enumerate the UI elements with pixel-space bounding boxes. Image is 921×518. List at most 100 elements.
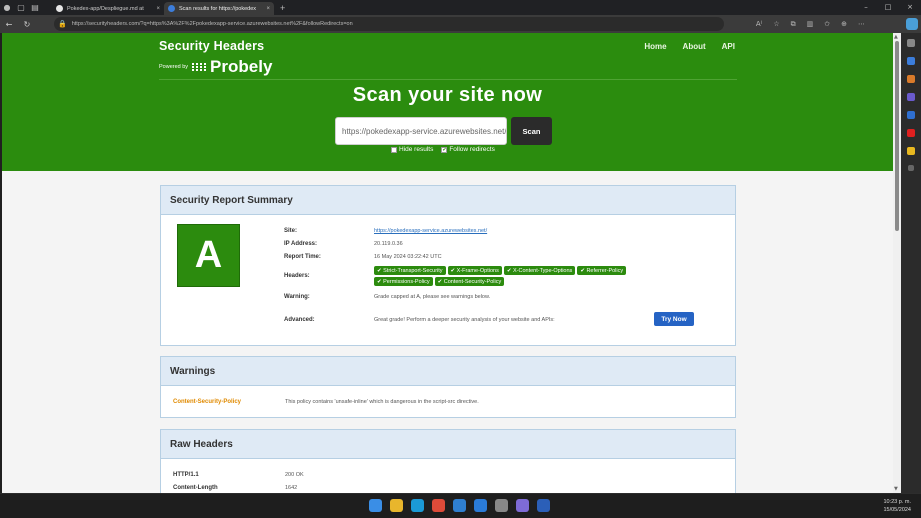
nav-home[interactable]: Home [644, 42, 666, 51]
header-badge: ✔ Referrer-Policy [577, 266, 627, 275]
outlook-icon[interactable] [907, 111, 915, 119]
tab-title: Pokedex-app/Despliegue.md at [67, 5, 144, 12]
scan-url-input[interactable]: https://pokedexapp-service.azurewebsites… [335, 117, 507, 145]
lock-icon[interactable]: 🔒 [58, 20, 67, 28]
raw-header-key: Content-Length [173, 485, 218, 491]
header-badge: ✔ Permissions-Policy [374, 277, 433, 286]
close-tab-icon[interactable]: × [156, 6, 160, 12]
app-icon[interactable] [495, 499, 508, 512]
headers-label: Headers: [284, 273, 310, 279]
hide-results-label: Hide results [399, 146, 434, 153]
page-scrollbar[interactable]: ▲ ▼ [893, 33, 901, 493]
warning-value: Grade capped at A, please see warnings b… [374, 294, 491, 300]
discord-icon[interactable] [516, 499, 529, 512]
raw-header-key: HTTP/1.1 [173, 472, 199, 478]
file-explorer-icon[interactable] [390, 499, 403, 512]
start-icon[interactable] [369, 499, 382, 512]
clock-date: 15/05/2024 [883, 507, 911, 513]
scrollbar-thumb[interactable] [895, 41, 899, 231]
header-badge: ✔ X-Frame-Options [447, 266, 502, 275]
nav-api[interactable]: API [722, 42, 735, 51]
favorites-icon[interactable]: ✩ [824, 20, 830, 28]
system-clock[interactable]: 10:23 p. m. 15/05/2024 [883, 498, 911, 514]
clock-time: 10:23 p. m. [883, 499, 911, 505]
menu-icon[interactable]: ⋯ [858, 20, 865, 28]
powered-by-label: Powered by [159, 64, 189, 70]
securityheaders-favicon-icon [168, 5, 175, 12]
windows-taskbar: 10:23 p. m. 15/05/2024 [0, 493, 921, 518]
brand-logo[interactable]: Security Headers Powered by Probely [159, 39, 272, 77]
advanced-value: Great grade! Perform a deeper security a… [374, 317, 555, 323]
refresh-icon[interactable]: ↻ [18, 20, 36, 29]
favorite-star-icon[interactable]: ☆ [773, 20, 779, 28]
site-label: Site: [284, 228, 298, 234]
grade-badge: A [177, 224, 240, 287]
github-icon [56, 5, 63, 12]
split-screen-icon[interactable]: ▥ [807, 20, 814, 28]
scan-button[interactable]: Scan [511, 117, 552, 145]
tab-scan-results[interactable]: Scan results for https://pokedex × [164, 2, 274, 15]
scan-options: Hide results ✔ Follow redirects [391, 146, 495, 153]
tab-github[interactable]: Pokedex-app/Despliegue.md at × [52, 2, 164, 15]
warning-label: Warning: [284, 294, 310, 300]
edge-icon[interactable] [411, 499, 424, 512]
tools-icon[interactable] [907, 75, 915, 83]
security-report-summary: Security Report Summary A Site: https://… [160, 185, 736, 346]
report-time-label: Report Time: [284, 254, 321, 260]
new-tab-button[interactable]: + [280, 3, 285, 13]
close-window-button[interactable]: × [899, 0, 921, 15]
window-controls: – □ × [855, 0, 921, 15]
extensions-icon[interactable]: ⧉ [791, 20, 796, 29]
profile-icon[interactable]: ● [0, 0, 14, 15]
firefox-icon[interactable] [453, 499, 466, 512]
report-time-value: 16 May 2024 03:22:42 UTC [374, 254, 442, 260]
word-icon[interactable] [537, 499, 550, 512]
hero-divider [159, 79, 737, 80]
read-aloud-icon[interactable]: A⁾ [756, 20, 763, 28]
minimize-button[interactable]: – [855, 0, 877, 15]
headers-row: Headers: ✔ Strict-Transport-Security ✔ X… [284, 266, 674, 286]
tab-actions-icon[interactable]: ▤ [28, 0, 42, 15]
chrome-icon[interactable] [432, 499, 445, 512]
back-icon[interactable]: ← [0, 20, 18, 29]
hide-results-checkbox[interactable] [391, 146, 397, 153]
edge-sidebar [901, 33, 921, 493]
warning-row: Warning: Grade capped at A, please see w… [284, 294, 490, 300]
site-link[interactable]: https://pokedexapp-service.azurewebsites… [374, 228, 487, 234]
copilot-icon[interactable] [906, 18, 918, 30]
games-icon[interactable] [907, 147, 915, 155]
raw-header-value: 200 OK [285, 472, 304, 478]
tag-icon[interactable] [907, 57, 915, 65]
follow-redirects-checkbox[interactable]: ✔ [441, 146, 448, 153]
warnings-title: Warnings [161, 357, 735, 386]
scroll-down-icon[interactable]: ▼ [894, 486, 898, 492]
warning-item: Content-Security-Policy This policy cont… [173, 399, 479, 405]
url-field[interactable]: 🔒 https://securityheaders.com/?q=https%3… [54, 17, 724, 31]
raw-headers-title: Raw Headers [161, 430, 735, 459]
nav-about[interactable]: About [683, 42, 706, 51]
tab-title: Scan results for https://pokedex [179, 5, 257, 12]
workspaces-icon[interactable]: ▢ [14, 0, 28, 15]
ip-row: IP Address: 20.119.0.36 [284, 241, 403, 247]
search-icon[interactable] [907, 39, 915, 47]
address-bar-row: ← ↻ 🔒 https://securityheaders.com/?q=htt… [0, 15, 921, 33]
hero-section: Security Headers Powered by Probely Home… [2, 33, 893, 171]
raw-header-value: 1642 [285, 485, 298, 491]
maximize-button[interactable]: □ [877, 0, 899, 15]
raw-headers-card: Raw Headers HTTP/1.1 200 OK Content-Leng… [160, 429, 736, 493]
hide-results-option[interactable]: Hide results [391, 146, 433, 153]
add-sidebar-icon[interactable] [908, 165, 914, 171]
close-tab-icon[interactable]: × [266, 6, 270, 12]
taskbar-apps [369, 499, 550, 512]
scroll-up-icon[interactable]: ▲ [894, 34, 898, 40]
warning-description: This policy contains 'unsafe-inline' whi… [285, 399, 479, 405]
collections-icon[interactable]: ⊕ [841, 20, 847, 28]
youtube-icon[interactable] [907, 129, 915, 137]
table-row: Content-Length 1642 [173, 485, 297, 491]
copilot-side-icon[interactable] [907, 93, 915, 101]
vscode-icon[interactable] [474, 499, 487, 512]
try-now-button[interactable]: Try Now [654, 312, 694, 326]
follow-redirects-option[interactable]: ✔ Follow redirects [441, 146, 495, 153]
report-time-row: Report Time: 16 May 2024 03:22:42 UTC [284, 254, 442, 260]
header-badge: ✔ Content-Security-Policy [434, 277, 505, 286]
